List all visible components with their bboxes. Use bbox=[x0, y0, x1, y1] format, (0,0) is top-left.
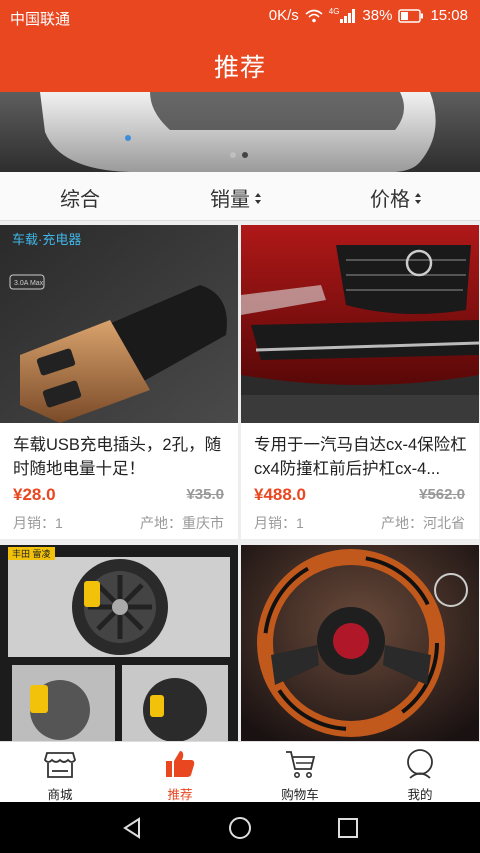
product-price: ¥28.0 bbox=[13, 485, 56, 504]
header: 推荐 bbox=[0, 34, 480, 92]
battery-level: 38% bbox=[362, 7, 393, 24]
carousel-dot[interactable] bbox=[230, 152, 236, 158]
system-navigation-bar bbox=[0, 802, 480, 853]
monthly-sales: 月销：1 bbox=[13, 515, 63, 531]
filter-comprehensive[interactable]: 综合 bbox=[60, 183, 100, 212]
tab-cart[interactable]: 购物车 bbox=[240, 742, 360, 803]
product-card[interactable]: 专用于一汽马自达cx-4保险杠cx4防撞杠前后护杠cx-4... ¥488.0 … bbox=[241, 225, 479, 539]
user-icon bbox=[407, 749, 433, 779]
filter-label: 销量 bbox=[210, 189, 250, 211]
wheel-brake-image bbox=[0, 545, 238, 741]
carrier-name: 中国联通 bbox=[10, 11, 71, 28]
back-icon[interactable] bbox=[120, 816, 144, 840]
home-icon[interactable] bbox=[228, 816, 252, 840]
network-type: 4G bbox=[328, 7, 340, 16]
store-icon bbox=[44, 752, 76, 778]
banner-image bbox=[0, 92, 480, 172]
car-charger-image: 3.0A Max bbox=[0, 225, 238, 423]
tab-store[interactable]: 商城 bbox=[0, 742, 120, 803]
tab-label: 推荐 bbox=[167, 788, 193, 802]
product-title: 车载USB充电插头，2孔，随时随地电量十足！ bbox=[13, 436, 222, 478]
clock: 15:08 bbox=[430, 7, 468, 24]
signal-icon bbox=[340, 8, 356, 23]
monthly-sales: 月销：1 bbox=[254, 515, 304, 531]
tab-label: 我的 bbox=[407, 788, 433, 802]
product-card[interactable] bbox=[241, 545, 479, 741]
filter-label: 价格 bbox=[370, 189, 410, 211]
product-origin: 产地：重庆市 bbox=[140, 515, 224, 531]
page-title: 推荐 bbox=[213, 54, 266, 82]
bottom-tab-bar: 商城 推荐 购物车 我的 bbox=[0, 741, 480, 803]
recent-apps-icon[interactable] bbox=[336, 816, 360, 840]
filter-label: 综合 bbox=[60, 189, 100, 211]
product-card[interactable]: 3.0A Max 车载·充电器 车载USB充电插头，2孔，随时随地电量十足！ ¥… bbox=[0, 225, 238, 539]
sort-filter-bar: 综合 销量 价格 bbox=[0, 172, 480, 221]
wifi-icon bbox=[305, 9, 323, 22]
filter-sales[interactable]: 销量 bbox=[210, 183, 261, 212]
tab-label: 购物车 bbox=[281, 788, 319, 802]
red-suv-front-image bbox=[241, 225, 479, 423]
image-caption: 丰田 雷凌 bbox=[8, 547, 55, 560]
product-price: ¥488.0 bbox=[254, 485, 306, 504]
tab-recommend[interactable]: 推荐 bbox=[120, 742, 240, 803]
thumbs-up-icon bbox=[166, 751, 195, 777]
tab-label: 商城 bbox=[47, 788, 73, 802]
sort-arrows-icon bbox=[255, 193, 261, 204]
steering-wheel-image bbox=[241, 545, 479, 741]
product-origin: 产地：河北省 bbox=[381, 515, 465, 531]
tab-mine[interactable]: 我的 bbox=[360, 742, 480, 803]
status-bar: 中国联通 0K/s 4G 38% 15:08 bbox=[0, 0, 480, 34]
sort-arrows-icon bbox=[415, 193, 421, 204]
battery-icon bbox=[398, 8, 424, 23]
original-price: ¥35.0 bbox=[186, 486, 224, 503]
image-caption: 车载·充电器 bbox=[12, 232, 82, 247]
carousel-indicator bbox=[230, 152, 248, 158]
banner-carousel[interactable] bbox=[0, 92, 480, 172]
original-price: ¥562.0 bbox=[419, 486, 465, 503]
carousel-dot-active[interactable] bbox=[242, 152, 248, 158]
cart-icon bbox=[286, 751, 316, 778]
product-card[interactable]: 丰田 雷凌 bbox=[0, 545, 238, 741]
product-title: 专用于一汽马自达cx-4保险杠cx4防撞杠前后护杠cx-4... bbox=[254, 436, 467, 478]
svg-text:3.0A Max: 3.0A Max bbox=[14, 280, 44, 287]
network-speed: 0K/s bbox=[268, 7, 299, 24]
filter-price[interactable]: 价格 bbox=[370, 183, 421, 212]
